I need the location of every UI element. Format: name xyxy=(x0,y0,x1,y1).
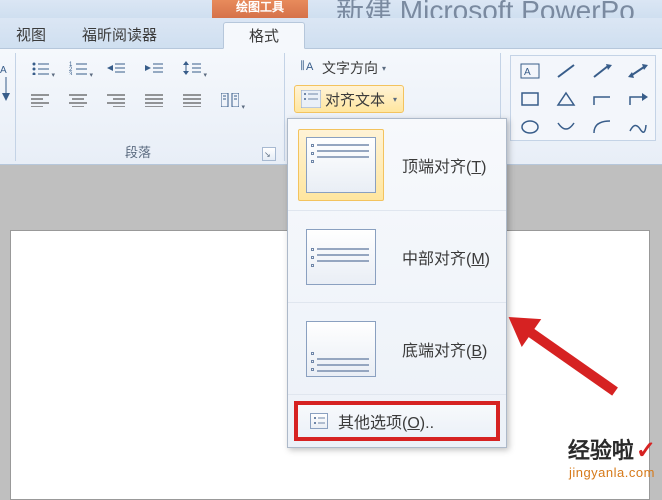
shape-rectangle-icon[interactable] xyxy=(513,86,547,112)
svg-text:A: A xyxy=(524,67,531,78)
text-direction-button[interactable]: ∥A 文字方向 ▾ xyxy=(294,55,392,81)
menu-item-label: 顶端对齐(T) xyxy=(402,153,486,177)
menu-item-align-bottom[interactable]: 底端对齐(B) xyxy=(288,303,506,395)
shape-elbow-connector-icon[interactable] xyxy=(585,86,619,112)
shape-oval-icon[interactable] xyxy=(513,114,547,140)
shapes-gallery[interactable]: A xyxy=(510,55,656,141)
increase-indent-button[interactable] xyxy=(136,55,172,81)
menu-item-align-middle[interactable]: 中部对齐(M) xyxy=(288,211,506,303)
align-text-icon xyxy=(301,90,321,108)
shape-elbow-arrow-icon[interactable] xyxy=(621,86,655,112)
columns-button[interactable] xyxy=(212,87,248,113)
menu-item-label: 中部对齐(M) xyxy=(402,245,490,269)
shape-double-arrow-icon[interactable] xyxy=(621,58,655,84)
group-label-paragraph: 段落 xyxy=(125,142,151,161)
align-right-button[interactable] xyxy=(98,87,134,113)
line-spacing-button[interactable] xyxy=(174,55,210,81)
align-text-dropdown: 顶端对齐(T) 中部对齐(M) 底端对齐(B) 其他选项(O).. xyxy=(287,118,507,448)
svg-text:∥: ∥ xyxy=(300,60,305,71)
align-left-button[interactable] xyxy=(22,87,58,113)
shape-arc-icon[interactable] xyxy=(585,114,619,140)
shape-triangle-icon[interactable] xyxy=(549,86,583,112)
svg-text:3: 3 xyxy=(69,72,73,75)
paragraph-dialog-launcher[interactable] xyxy=(262,147,276,161)
align-center-button[interactable] xyxy=(60,87,96,113)
align-middle-thumbnail-icon xyxy=(306,229,376,285)
svg-text:A: A xyxy=(306,61,314,73)
text-direction-icon: ∥A xyxy=(300,58,318,78)
bullets-button[interactable] xyxy=(22,55,58,81)
shape-arrow-line-icon[interactable] xyxy=(585,58,619,84)
watermark: 经验啦✓ jingyanla.com xyxy=(568,433,656,480)
tab-foxit-reader[interactable]: 福昕阅读器 xyxy=(70,22,169,49)
tab-view[interactable]: 视图 xyxy=(4,22,58,49)
shape-curve-icon[interactable] xyxy=(621,114,655,140)
tab-format[interactable]: 格式 xyxy=(223,22,305,49)
align-bottom-thumbnail-icon xyxy=(306,321,376,377)
ribbon-tabs: 视图 福昕阅读器 格式 xyxy=(0,18,662,49)
justify-button[interactable] xyxy=(136,87,172,113)
more-options-icon xyxy=(310,413,328,429)
menu-item-label: 底端对齐(B) xyxy=(402,337,487,361)
distributed-button[interactable] xyxy=(174,87,210,113)
align-top-thumbnail-icon xyxy=(306,137,376,193)
numbering-button[interactable]: 123 xyxy=(60,55,96,81)
menu-item-align-top[interactable]: 顶端对齐(T) xyxy=(288,119,506,211)
shape-line-icon[interactable] xyxy=(549,58,583,84)
menu-item-more-options[interactable]: 其他选项(O).. xyxy=(294,401,500,441)
svg-text:A: A xyxy=(0,65,7,76)
text-vertical-button[interactable]: A xyxy=(0,55,14,107)
align-text-button[interactable]: 对齐文本 xyxy=(294,85,404,113)
decrease-indent-button[interactable] xyxy=(98,55,134,81)
contextual-tab-drawing-tools: 绘图工具 xyxy=(212,0,308,18)
menu-item-label: 其他选项(O).. xyxy=(338,409,434,433)
shape-curve-down-icon[interactable] xyxy=(549,114,583,140)
shape-textbox-icon[interactable]: A xyxy=(513,58,547,84)
